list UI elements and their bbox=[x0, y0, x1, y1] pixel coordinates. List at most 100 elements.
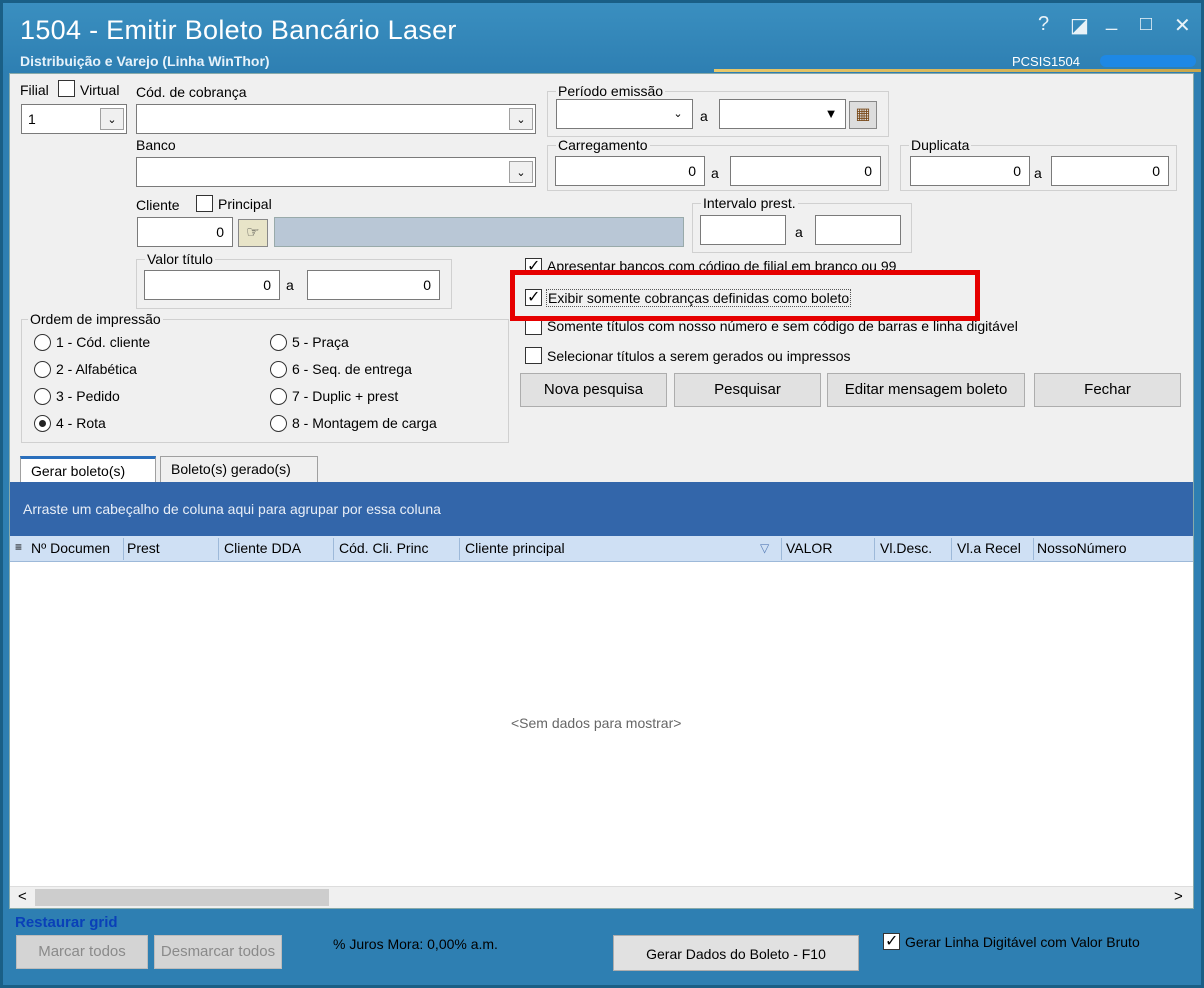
principal-checkbox[interactable] bbox=[196, 195, 213, 212]
horizontal-scrollbar[interactable]: < > bbox=[10, 886, 1193, 908]
grid-column-header: ≡ Nº Documen Prest Cliente DDA Cód. Cli.… bbox=[10, 536, 1193, 562]
selecionar-titulos-checkbox[interactable] bbox=[525, 347, 542, 364]
title-underline bbox=[714, 69, 1201, 72]
window-title: 1504 - Emitir Boleto Bancário Laser bbox=[20, 15, 457, 45]
gerar-dados-button[interactable]: Gerar Dados do Boleto - F10 bbox=[613, 935, 859, 971]
help-icon[interactable]: ? bbox=[1038, 13, 1049, 36]
chevron-down-icon[interactable]: ⌄ bbox=[509, 161, 533, 183]
filial-value: 1 bbox=[28, 111, 36, 127]
calendar-icon[interactable]: ▦ bbox=[849, 101, 877, 129]
ordem-radio-6[interactable] bbox=[270, 361, 287, 378]
restore-icon[interactable]: ◪ bbox=[1070, 13, 1089, 38]
virtual-label: Virtual bbox=[80, 82, 120, 98]
carregamento-to-input[interactable]: 0 bbox=[730, 156, 881, 186]
restaurar-grid-link[interactable]: Restaurar grid bbox=[15, 914, 118, 931]
column-separator bbox=[459, 538, 460, 560]
minimize-icon[interactable]: _ bbox=[1106, 9, 1117, 32]
intervalo-from-input[interactable] bbox=[700, 215, 786, 245]
scroll-left-icon[interactable]: < bbox=[18, 888, 27, 905]
scroll-right-icon[interactable]: > bbox=[1174, 888, 1183, 905]
ordem-radio-3[interactable] bbox=[34, 388, 51, 405]
column-header-vl-desc[interactable]: Vl.Desc. bbox=[880, 540, 932, 556]
ordem-radio-2[interactable] bbox=[34, 361, 51, 378]
tab-gerar-boletos[interactable]: Gerar boleto(s) bbox=[20, 456, 156, 482]
column-header-vl-receber[interactable]: Vl.a Recel bbox=[957, 540, 1021, 556]
filter-icon[interactable]: ▽ bbox=[760, 541, 769, 555]
scrollbar-thumb[interactable] bbox=[35, 889, 329, 906]
gerar-linha-label: Gerar Linha Digitável com Valor Bruto bbox=[905, 934, 1140, 950]
ordem-radio-7[interactable] bbox=[270, 388, 287, 405]
column-header-nosso-numero[interactable]: NossoNúmero bbox=[1037, 540, 1126, 556]
duplicata-label: Duplicata bbox=[909, 137, 972, 153]
carregamento-from-input[interactable]: 0 bbox=[555, 156, 705, 186]
ordem-label-4: 4 - Rota bbox=[56, 415, 106, 431]
intervalo-prest-label: Intervalo prest. bbox=[701, 195, 798, 211]
maximize-icon[interactable]: □ bbox=[1140, 13, 1152, 36]
column-separator bbox=[123, 538, 124, 560]
nova-pesquisa-button[interactable]: Nova pesquisa bbox=[520, 373, 667, 407]
periodo-from-select[interactable]: ⌄ bbox=[556, 99, 693, 129]
program-code: PCSIS1504 bbox=[1012, 54, 1080, 69]
chevron-down-icon[interactable]: ⌄ bbox=[509, 108, 533, 130]
column-chooser-icon[interactable]: ≡ bbox=[15, 540, 22, 554]
intervalo-to-input[interactable] bbox=[815, 215, 901, 245]
cliente-name-display bbox=[274, 217, 684, 247]
valor-from-input[interactable]: 0 bbox=[144, 270, 280, 300]
column-header-documento[interactable]: Nº Documen bbox=[31, 540, 110, 556]
column-separator bbox=[951, 538, 952, 560]
cod-cobranca-select[interactable]: ⌄ bbox=[136, 104, 536, 134]
grid-body[interactable]: <Sem dados para mostrar> bbox=[10, 562, 1193, 886]
chevron-down-icon[interactable]: ⌄ bbox=[100, 108, 124, 130]
window-subtitle: Distribuição e Varejo (Linha WinThor) bbox=[20, 53, 270, 69]
valor-a-label: a bbox=[286, 277, 294, 293]
cliente-label: Cliente bbox=[136, 197, 180, 213]
ordem-label-6: 6 - Seq. de entrega bbox=[292, 361, 412, 377]
column-header-cod-cli-princ[interactable]: Cód. Cli. Princ bbox=[339, 540, 428, 556]
valor-to-input[interactable]: 0 bbox=[307, 270, 440, 300]
caret-down-icon[interactable]: ▼ bbox=[819, 103, 843, 125]
marcar-todos-button[interactable]: Marcar todos bbox=[16, 935, 148, 969]
fechar-button[interactable]: Fechar bbox=[1034, 373, 1181, 407]
ordem-label-2: 2 - Alfabética bbox=[56, 361, 137, 377]
periodo-a-label: a bbox=[700, 108, 708, 124]
ordem-radio-8[interactable] bbox=[270, 415, 287, 432]
periodo-to-select[interactable]: ▼ bbox=[719, 99, 846, 129]
principal-label: Principal bbox=[218, 196, 272, 212]
chevron-down-icon[interactable]: ⌄ bbox=[666, 103, 690, 125]
ordem-label-5: 5 - Praça bbox=[292, 334, 349, 350]
cod-cobranca-label: Cód. de cobrança bbox=[136, 84, 247, 100]
duplicata-to-input[interactable]: 0 bbox=[1051, 156, 1169, 186]
carregamento-a-label: a bbox=[711, 165, 719, 181]
title-bar: 1504 - Emitir Boleto Bancário Laser Dist… bbox=[6, 3, 1201, 73]
periodo-emissao-label: Período emissão bbox=[556, 83, 666, 99]
column-header-cliente-dda[interactable]: Cliente DDA bbox=[224, 540, 301, 556]
ordem-impressao-label: Ordem de impressão bbox=[28, 311, 163, 327]
ordem-radio-5[interactable] bbox=[270, 334, 287, 351]
virtual-checkbox[interactable] bbox=[58, 80, 75, 97]
filial-select[interactable]: 1 ⌄ bbox=[21, 104, 127, 134]
banco-label: Banco bbox=[136, 137, 176, 153]
group-by-panel[interactable]: Arraste um cabeçalho de coluna aqui para… bbox=[10, 482, 1193, 536]
empty-grid-message: <Sem dados para mostrar> bbox=[511, 715, 682, 731]
intervalo-a-label: a bbox=[795, 224, 803, 240]
column-header-valor[interactable]: VALOR bbox=[786, 540, 832, 556]
column-separator bbox=[1033, 538, 1034, 560]
pesquisar-button[interactable]: Pesquisar bbox=[674, 373, 821, 407]
duplicata-from-input[interactable]: 0 bbox=[910, 156, 1030, 186]
duplicata-a-label: a bbox=[1034, 165, 1042, 181]
ordem-label-7: 7 - Duplic + prest bbox=[292, 388, 399, 404]
editar-mensagem-button[interactable]: Editar mensagem boleto bbox=[827, 373, 1025, 407]
gerar-linha-checkbox[interactable] bbox=[883, 931, 900, 951]
close-icon[interactable]: ✕ bbox=[1174, 13, 1191, 38]
program-code-bar bbox=[1100, 55, 1196, 67]
carregamento-label: Carregamento bbox=[556, 137, 650, 153]
ordem-radio-4[interactable] bbox=[34, 415, 51, 432]
column-header-prest[interactable]: Prest bbox=[127, 540, 160, 556]
desmarcar-todos-button[interactable]: Desmarcar todos bbox=[154, 935, 282, 969]
cliente-input[interactable]: 0 bbox=[137, 217, 233, 247]
banco-select[interactable]: ⌄ bbox=[136, 157, 536, 187]
tab-boletos-gerados[interactable]: Boleto(s) gerado(s) bbox=[160, 456, 318, 482]
search-client-icon[interactable]: ☞ bbox=[238, 219, 268, 247]
column-header-cliente-principal[interactable]: Cliente principal bbox=[465, 540, 565, 556]
ordem-radio-1[interactable] bbox=[34, 334, 51, 351]
